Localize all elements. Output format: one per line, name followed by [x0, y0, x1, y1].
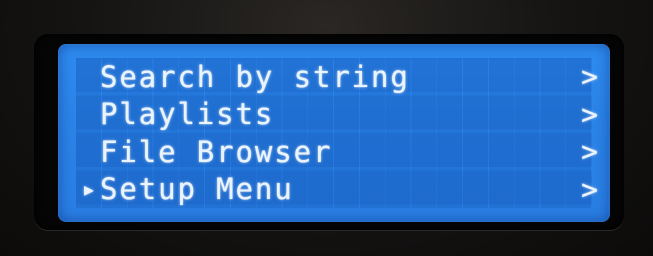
menu-item-search-by-string[interactable]: Search by string >: [78, 58, 598, 96]
menu-item-label: Search by string: [100, 59, 410, 94]
menu-item-label: File Browser: [100, 134, 333, 169]
menu-item-playlists[interactable]: Playlists >: [78, 96, 598, 134]
menu-item-label: Playlists: [100, 97, 275, 132]
selection-cursor-icon: ▶: [84, 179, 94, 199]
menu-item-file-browser[interactable]: File Browser >: [78, 133, 598, 171]
chevron-right-icon: >: [581, 135, 598, 169]
lcd-screen: Search by string > Playlists > File Brow…: [58, 44, 610, 222]
menu-item-label: Setup Menu: [100, 172, 294, 207]
chevron-right-icon: >: [581, 97, 598, 131]
device-panel: Search by string > Playlists > File Brow…: [0, 0, 653, 256]
chevron-right-icon: >: [581, 172, 598, 206]
menu-item-setup-menu[interactable]: ▶ Setup Menu >: [78, 171, 598, 209]
chevron-right-icon: >: [581, 60, 598, 94]
main-menu: Search by string > Playlists > File Brow…: [78, 58, 598, 208]
